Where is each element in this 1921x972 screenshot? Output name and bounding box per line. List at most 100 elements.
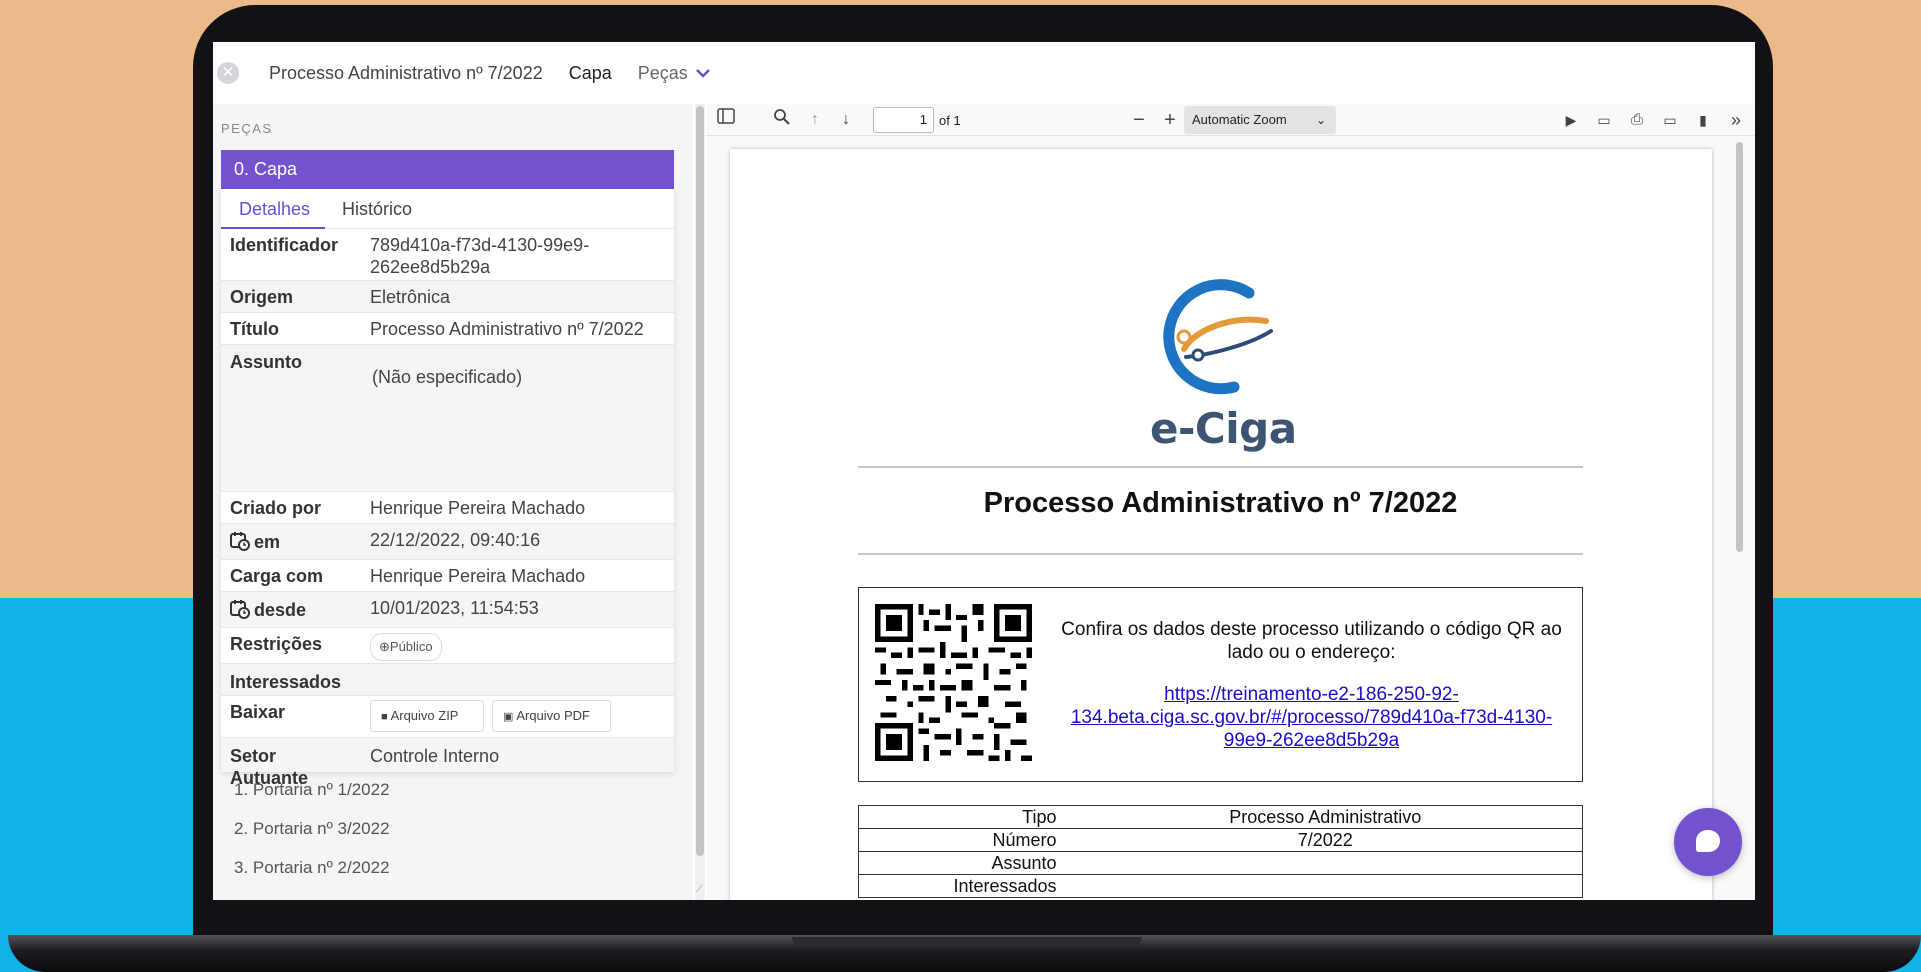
table-row: Tipo Processo Administrativo [858,805,1583,829]
zip-button-label: Arquivo ZIP [390,708,459,723]
sidebar-scrollbar[interactable] [695,104,705,900]
setor-label-1: Setor [230,746,277,766]
table-value: 7/2022 [1068,828,1583,852]
table-key: Tipo [858,805,1069,829]
assunto-value: (Não especificado) [372,367,523,387]
tab-historico[interactable]: Histórico [342,199,412,220]
table-value: Processo Administrativo [1068,805,1583,829]
menu-pecas-label: Peças [637,62,688,83]
interessados-label: Interessados [230,672,342,692]
carga-label: Carga com [230,566,324,586]
tab-detalhes[interactable]: Detalhes [239,199,310,220]
resize-handle-icon[interactable]: ⟋ [696,884,706,895]
top-bar: ✕ Processo Administrativo nº 7/2022 Capa… [213,42,1755,104]
em-label: em [254,532,281,552]
zoom-select[interactable]: Automatic Zoom ⌄ [1184,106,1336,134]
table-row: Assunto [858,851,1583,875]
folder-icon: ■ [381,711,388,723]
next-page-icon[interactable]: ↓ [834,108,858,132]
row-carga: Carga com Henrique Pereira Machado [221,560,674,592]
zoom-out-icon[interactable]: − [1127,108,1151,132]
restricoes-chip-wrap: ⊕Público [370,633,442,661]
zoom-value: Automatic Zoom [1192,112,1287,127]
row-criado-por: Criado por Henrique Pereira Machado [221,492,674,524]
row-baixar: Baixar ■ Arquivo ZIP ▣ Arquivo PDF [221,696,674,738]
open-file-icon[interactable]: ▭ [1592,108,1616,132]
page-number-input[interactable]: 1 [873,107,934,133]
close-icon[interactable]: ✕ [217,62,239,84]
titulo-label: Título [230,319,279,339]
search-icon[interactable] [770,108,794,132]
row-identificador: Identificador 789d410a-f73d-4130-99e9- 2… [221,229,674,281]
identificador-value-2: 262ee8d5b29a [370,257,491,277]
restricoes-label: Restrições [230,634,323,654]
presentation-mode-icon[interactable]: ▶ [1559,108,1583,132]
calendar-clock-icon [230,600,250,619]
zip-button[interactable]: ■ Arquivo ZIP [370,700,484,732]
sidebar-toggle-icon[interactable] [714,108,738,132]
chevron-down-icon [695,69,710,78]
desde-value: 10/01/2023, 11:54:53 [370,598,539,618]
criado-por-value: Henrique Pereira Machado [370,498,586,518]
app-screen: ✕ Processo Administrativo nº 7/2022 Capa… [213,42,1755,900]
eciga-logo-icon [1163,279,1273,395]
row-interessados: Interessados [221,664,674,696]
identificador-label: Identificador [230,235,339,255]
globe-icon: ⊕ [379,639,390,654]
zoom-in-icon[interactable]: + [1158,108,1182,132]
qr-code-icon [875,604,1032,761]
process-link[interactable]: https://treinamento-e2-186-250-92- 134.b… [1049,683,1574,752]
list-item[interactable]: 3. Portaria nº 2/2022 [234,858,390,878]
table-key: Interessados [858,874,1069,898]
tabs: Detalhes Histórico [221,189,674,229]
pdf-viewer: ↑ ↓ 1 of 1 − + Automatic Zoom ⌄ ▶ ▭ ⎙ ▭ … [706,104,1755,900]
image-icon: ▣ [503,711,514,723]
row-setor: Setor Autuante Controle Interno [221,738,674,788]
bookmark-icon[interactable]: ▮ [1691,108,1715,132]
chevron-down-icon: ⌄ [1315,113,1326,127]
list-item[interactable]: 1. Portaria nº 1/2022 [234,780,390,800]
pdf-page: e-Ciga Processo Administrativo nº 7/2022 [730,149,1712,900]
em-label-wrap: em [230,531,280,553]
table-key: Número [858,828,1069,852]
qr-description: Confira os dados deste processo utilizan… [1061,619,1562,663]
table-key: Assunto [858,851,1069,875]
pdf-button[interactable]: ▣ Arquivo PDF [492,700,611,732]
process-link-line-2: 134.beta.ciga.sc.gov.br/#/processo/789d4… [1070,707,1553,728]
pecas-panel: PEÇAS 0. Capa Detalhes Histórico Identif… [213,104,693,900]
table-row: Número 7/2022 [858,828,1583,852]
process-link-line-3: 99e9-262ee8d5b29a [1223,730,1400,751]
previous-page-icon[interactable]: ↑ [803,108,827,132]
laptop-base [8,935,1921,972]
row-origem: Origem Eletrônica [221,281,674,313]
row-desde: desde 10/01/2023, 11:54:53 [221,592,674,628]
criado-por-label: Criado por [230,498,322,518]
page-count: of 1 [939,113,961,128]
baixar-label: Baixar [230,702,286,722]
details-card: Detalhes Histórico Identificador 789d410… [221,189,674,788]
pdf-scrollbar[interactable] [1735,142,1743,900]
origem-label: Origem [230,287,294,307]
section-label: PEÇAS [221,121,273,136]
titulo-value: Processo Administrativo nº 7/2022 [370,319,644,339]
row-assunto: Assunto (Não especificado) [221,345,674,492]
document-title: Processo Administrativo nº 7/2022 [983,487,1458,519]
pdf-button-label: Arquivo PDF [516,708,591,723]
restricoes-value: Público [389,639,433,654]
tools-menu-icon[interactable]: » [1724,108,1748,132]
print-icon[interactable]: ⎙ [1625,108,1649,132]
info-table: Tipo Processo Administrativo Número 7/2022… [858,805,1583,898]
chat-button[interactable] [1674,808,1742,876]
download-icon[interactable]: ▭ [1658,108,1682,132]
menu-capa[interactable]: Capa [569,63,612,84]
table-row: Interessados [858,874,1583,898]
selected-piece[interactable]: 0. Capa [221,150,674,189]
calendar-clock-icon [230,532,250,551]
list-item[interactable]: 2. Portaria nº 3/2022 [234,819,390,839]
row-titulo: Título Processo Administrativo nº 7/2022 [221,313,674,345]
identificador-value-1: 789d410a-f73d-4130-99e9- [370,235,590,255]
desde-label: desde [254,600,307,620]
menu-pecas[interactable]: Peças [638,63,710,84]
process-link-line-1: https://treinamento-e2-186-250-92- [1164,684,1459,705]
chat-icon [1696,830,1720,852]
